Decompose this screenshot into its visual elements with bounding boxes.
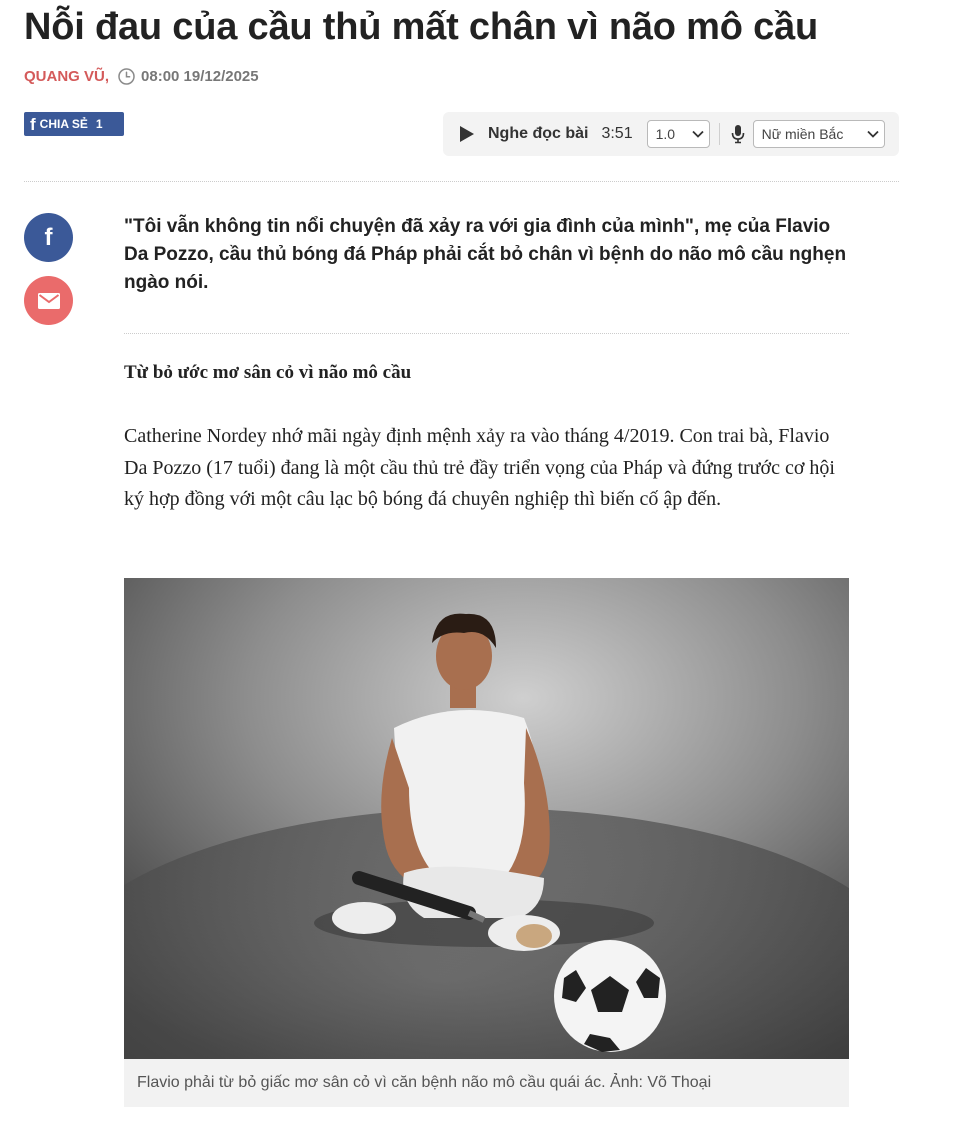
facebook-share-circle[interactable]: f <box>24 213 73 262</box>
facebook-icon: f <box>30 114 36 134</box>
section-heading: Từ bỏ ước mơ sân cỏ vì não mô cầu <box>124 362 412 383</box>
email-share-circle[interactable] <box>24 276 73 325</box>
audio-duration: 3:51 <box>601 125 633 142</box>
share-count: 1 <box>95 117 103 131</box>
voice-value: Nữ miền Bắc <box>761 126 844 142</box>
facebook-share-button[interactable]: f CHIA SẺ 1 <box>24 112 124 136</box>
audio-label[interactable]: Nghe đọc bài <box>488 125 588 143</box>
article-title: Nỗi đau của cầu thủ mất chân vì não mô c… <box>24 6 818 48</box>
play-icon[interactable] <box>459 125 475 143</box>
facebook-icon: f <box>44 223 53 251</box>
speed-select[interactable]: 1.0 <box>646 120 710 148</box>
author-name[interactable]: QUANG VŨ, <box>24 68 109 85</box>
article-lead: "Tôi vẫn không tin nổi chuyện đã xảy ra … <box>124 216 847 293</box>
header-divider <box>24 181 899 182</box>
article-figure: Flavio phải từ bỏ giấc mơ sân cỏ vì căn … <box>124 578 849 1107</box>
clock-icon <box>118 68 135 85</box>
article-paragraph: Catherine Nordey nhớ mãi ngày định mệnh … <box>124 425 835 510</box>
microphone-icon <box>731 124 745 144</box>
lead-divider <box>124 333 849 334</box>
publish-time: 08:00 19/12/2025 <box>141 68 259 85</box>
audio-player: Nghe đọc bài 3:51 1.0 Nữ miền Bắc <box>443 112 899 156</box>
mail-icon <box>37 292 60 309</box>
chevron-down-icon <box>866 130 879 138</box>
voice-select[interactable]: Nữ miền Bắc <box>752 120 885 148</box>
image-caption: Flavio phải từ bỏ giấc mơ sân cỏ vì căn … <box>124 1059 849 1107</box>
speed-value: 1.0 <box>655 126 676 142</box>
separator <box>718 123 720 145</box>
share-label: CHIA SẺ <box>39 117 88 131</box>
chevron-down-icon <box>691 130 704 138</box>
byline: QUANG VŨ, 08:00 19/12/2025 <box>24 68 259 85</box>
article-photo[interactable] <box>124 578 849 1059</box>
